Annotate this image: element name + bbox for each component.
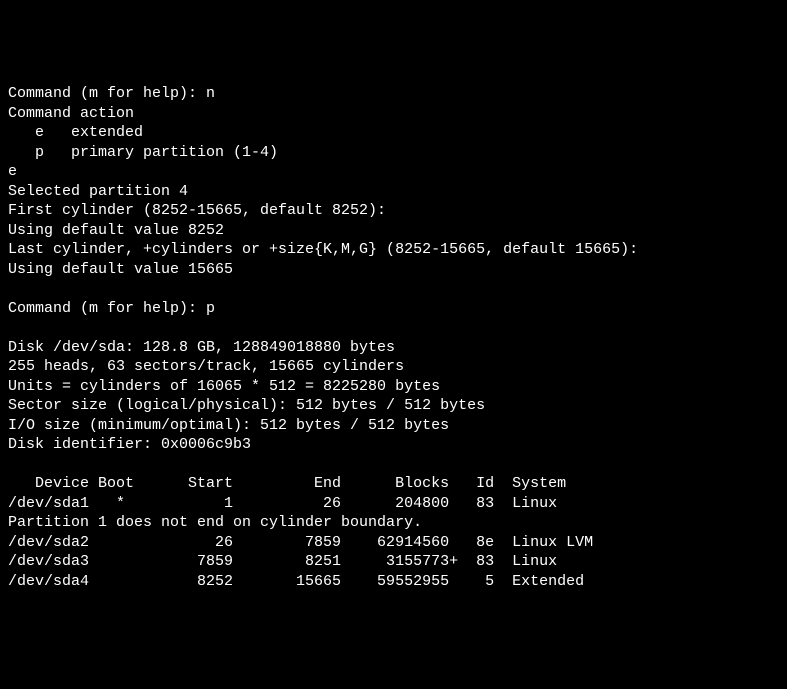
terminal-line: Sector size (logical/physical): 512 byte… xyxy=(8,397,485,414)
terminal-line: Units = cylinders of 16065 * 512 = 82252… xyxy=(8,378,440,395)
terminal-line: /dev/sda3 7859 8251 3155773+ 83 Linux xyxy=(8,553,557,570)
terminal-line: Selected partition 4 xyxy=(8,183,188,200)
terminal-line: p primary partition (1-4) xyxy=(8,144,278,161)
terminal-line: First cylinder (8252-15665, default 8252… xyxy=(8,202,386,219)
terminal-line: Disk identifier: 0x0006c9b3 xyxy=(8,436,251,453)
terminal-line: Command action xyxy=(8,105,134,122)
terminal-line: I/O size (minimum/optimal): 512 bytes / … xyxy=(8,417,449,434)
terminal-line: /dev/sda4 8252 15665 59552955 5 Extended xyxy=(8,573,584,590)
terminal-line: Device Boot Start End Blocks Id System xyxy=(8,475,566,492)
terminal-line: Last cylinder, +cylinders or +size{K,M,G… xyxy=(8,241,638,258)
terminal-line: Command (m for help): n xyxy=(8,85,215,102)
terminal-line: Using default value 15665 xyxy=(8,261,233,278)
terminal-line: Partition 1 does not end on cylinder bou… xyxy=(8,514,422,531)
terminal-line: Using default value 8252 xyxy=(8,222,224,239)
terminal-line: e xyxy=(8,163,17,180)
terminal-line: /dev/sda2 26 7859 62914560 8e Linux LVM xyxy=(8,534,593,551)
terminal-line: Disk /dev/sda: 128.8 GB, 128849018880 by… xyxy=(8,339,395,356)
terminal-output: Command (m for help): n Command action e… xyxy=(8,84,779,591)
terminal-line: Command (m for help): p xyxy=(8,300,215,317)
terminal-line: e extended xyxy=(8,124,143,141)
terminal-line: /dev/sda1 * 1 26 204800 83 Linux xyxy=(8,495,557,512)
terminal-line: 255 heads, 63 sectors/track, 15665 cylin… xyxy=(8,358,404,375)
